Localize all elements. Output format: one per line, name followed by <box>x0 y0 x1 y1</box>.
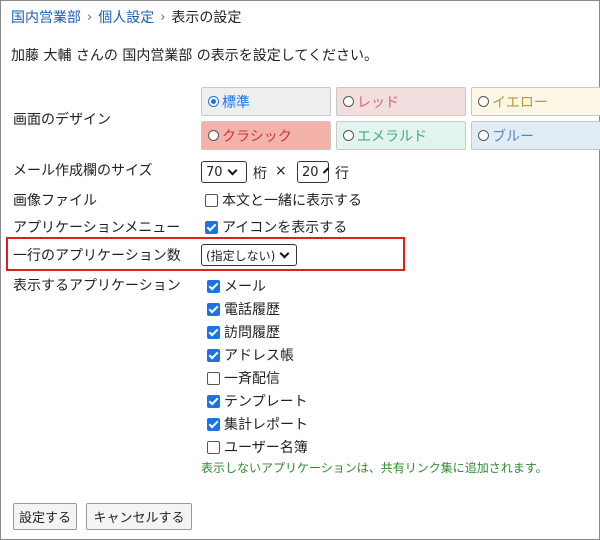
app-menu-checkbox-row[interactable]: アイコンを表示する <box>205 217 347 237</box>
breadcrumb-separator-icon: › <box>87 9 93 25</box>
checkbox-checked-icon[interactable] <box>207 302 220 316</box>
settings-window: 国内営業部 › 個人設定 › 表示の設定 加藤 大輔 さんの 国内営業部 の表示… <box>0 0 600 540</box>
app-item-label: メール <box>224 279 266 295</box>
breadcrumb-current: 表示の設定 <box>171 10 242 26</box>
app-phone-history-row[interactable]: 電話履歴 <box>207 299 280 319</box>
intro-org: 国内営業部 <box>122 48 193 64</box>
design-classic-radio-icon <box>208 130 219 141</box>
checkbox-icon[interactable] <box>205 193 218 207</box>
intro-text: 加藤 大輔 さんの 国内営業部 の表示を設定してください。 <box>11 45 378 65</box>
design-option-label: 標準 <box>222 94 250 111</box>
image-file-label: 画像ファイル <box>13 193 97 209</box>
design-option-label: レッド <box>357 94 399 111</box>
app-template-row[interactable]: テンプレート <box>207 391 308 411</box>
mail-cols-unit: 桁 <box>253 166 267 182</box>
app-item-label: 一斉配信 <box>224 371 280 387</box>
checkbox-checked-icon[interactable] <box>207 325 220 339</box>
apps-per-row-value: (指定しない) <box>206 248 276 263</box>
mail-cols-value: 70 <box>206 164 223 180</box>
intro-mid1: さんの <box>71 48 123 64</box>
app-item-label: 集計レポート <box>224 417 308 433</box>
checkbox-checked-icon[interactable] <box>205 220 218 234</box>
mail-rows-value: 20 <box>302 164 319 180</box>
apps-label: 表示するアプリケーション <box>13 278 181 294</box>
checkbox-checked-icon[interactable] <box>207 348 220 362</box>
design-yellow-radio-icon <box>478 96 489 107</box>
mail-rows-select[interactable]: 20 <box>297 161 329 183</box>
app-item-label: 電話履歴 <box>224 302 280 318</box>
apps-per-row-select[interactable]: (指定しない) <box>201 244 297 266</box>
mail-cols-select[interactable]: 70 <box>201 161 247 183</box>
design-option-classic[interactable]: クラシック <box>201 121 331 150</box>
breadcrumb-link-org[interactable]: 国内営業部 <box>11 7 81 27</box>
app-item-label: ユーザー名簿 <box>224 440 308 456</box>
design-red-radio-icon <box>343 96 354 107</box>
app-menu-label: アプリケーションメニュー <box>13 220 181 236</box>
submit-button[interactable]: 設定する <box>13 503 77 530</box>
cancel-button[interactable]: キャンセルする <box>86 503 192 530</box>
apps-per-row-label: 一行のアプリケーション数 <box>13 248 181 264</box>
apps-note: 表示しないアプリケーションは、共有リンク集に追加されます。 <box>201 461 548 475</box>
mail-rows-unit: 行 <box>335 166 349 182</box>
app-visit-history-row[interactable]: 訪問履歴 <box>207 322 280 342</box>
app-item-label: 訪問履歴 <box>224 325 280 341</box>
image-file-checkbox-label: 本文と一緒に表示する <box>222 193 362 209</box>
app-item-label: アドレス帳 <box>224 348 294 364</box>
design-label: 画面のデザイン <box>13 112 111 128</box>
breadcrumb: 国内営業部 › 個人設定 › 表示の設定 <box>11 7 241 27</box>
checkbox-icon[interactable] <box>207 440 220 454</box>
app-broadcast-row[interactable]: 一斉配信 <box>207 368 280 388</box>
chevron-down-icon <box>279 248 290 259</box>
design-option-emerald[interactable]: エメラルド <box>336 121 466 150</box>
intro-user: 加藤 大輔 <box>11 48 72 64</box>
design-option-standard[interactable]: 標準 <box>201 87 331 116</box>
design-option-yellow[interactable]: イエロー <box>471 87 600 116</box>
design-emerald-radio-icon <box>343 130 354 141</box>
design-option-label: エメラルド <box>357 128 427 145</box>
app-user-directory-row[interactable]: ユーザー名簿 <box>207 437 308 457</box>
app-menu-checkbox-label: アイコンを表示する <box>222 220 348 236</box>
times-sign: × <box>275 163 287 179</box>
mail-size-label: メール作成欄のサイズ <box>13 163 153 179</box>
design-standard-radio-icon <box>208 96 219 107</box>
design-option-label: イエロー <box>492 94 548 111</box>
design-option-label: ブルー <box>492 128 534 145</box>
design-option-blue[interactable]: ブルー <box>471 121 600 150</box>
breadcrumb-separator-icon: › <box>160 9 166 25</box>
intro-mid2: の表示を設定してください。 <box>192 48 378 64</box>
app-report-row[interactable]: 集計レポート <box>207 414 308 434</box>
checkbox-checked-icon[interactable] <box>207 279 220 293</box>
image-file-checkbox-row[interactable]: 本文と一緒に表示する <box>205 190 362 210</box>
chevron-down-icon <box>227 165 237 176</box>
app-address-book-row[interactable]: アドレス帳 <box>207 345 294 365</box>
checkbox-checked-icon[interactable] <box>207 394 220 408</box>
design-option-label: クラシック <box>222 128 292 145</box>
checkbox-icon[interactable] <box>207 371 220 385</box>
chevron-down-icon <box>322 167 329 174</box>
checkbox-checked-icon[interactable] <box>207 417 220 431</box>
app-mail-row[interactable]: メール <box>207 276 266 296</box>
breadcrumb-link-personal-settings[interactable]: 個人設定 <box>98 7 154 27</box>
app-item-label: テンプレート <box>224 394 308 410</box>
design-option-red[interactable]: レッド <box>336 87 466 116</box>
design-blue-radio-icon <box>478 130 489 141</box>
